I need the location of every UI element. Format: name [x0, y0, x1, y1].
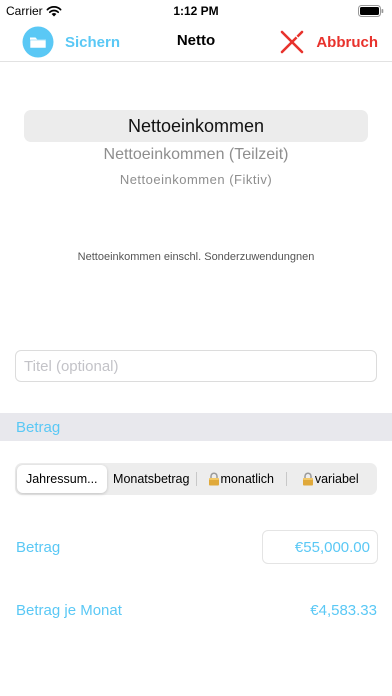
segment-monatsbetrag[interactable]: Monatsbetrag: [107, 465, 197, 493]
amount-type-segmented-control: Jahressum... Monatsbetrag monatlich vari…: [15, 463, 377, 495]
segment-jahressumme[interactable]: Jahressum...: [17, 465, 107, 493]
cancel-label: Abbruch: [316, 33, 378, 51]
section-header: Betrag: [0, 413, 392, 441]
betrag-je-monat-label: Betrag je Monat: [16, 602, 122, 619]
cancel-icon: [281, 30, 304, 54]
lock-icon: [302, 472, 313, 486]
picker-option[interactable]: Nettoeinkommen (Teilzeit): [24, 146, 368, 164]
betrag-label: Betrag: [16, 539, 61, 556]
folder-icon: [22, 26, 54, 58]
title-input[interactable]: [15, 350, 377, 382]
navigation-bar: Sichern Netto Abbruch: [0, 22, 392, 62]
income-description: Nettoeinkommen einschl. Sonderzuwendungn…: [77, 251, 315, 263]
picker-option[interactable]: Nettoeinkommen (Fiktiv): [24, 172, 368, 187]
betrag-je-monat-value: €4,583.33: [310, 602, 377, 619]
income-type-picker[interactable]: Nettoeinkommen Nettoeinkommen (Teilzeit)…: [24, 110, 368, 194]
battery-icon: [358, 5, 384, 17]
segment-label: Jahressum...: [25, 472, 98, 486]
segment-label: Monatsbetrag: [113, 472, 190, 486]
save-label: Sichern: [65, 33, 121, 51]
section-header-label: Betrag: [16, 419, 61, 436]
segment-variabel[interactable]: variabel: [285, 465, 376, 493]
segment-monatlich[interactable]: monatlich: [196, 465, 286, 493]
cancel-button[interactable]: Abbruch: [278, 26, 378, 58]
segment-label: variabel: [314, 472, 359, 486]
segment-label: monatlich: [220, 472, 275, 486]
lock-icon: [208, 472, 219, 486]
status-bar: Carrier 1:12 PM: [0, 0, 392, 22]
save-button[interactable]: Sichern: [22, 26, 120, 58]
picker-option-selected[interactable]: Nettoeinkommen: [24, 116, 368, 137]
betrag-input[interactable]: [262, 530, 378, 564]
status-time: 1:12 PM: [173, 4, 219, 18]
